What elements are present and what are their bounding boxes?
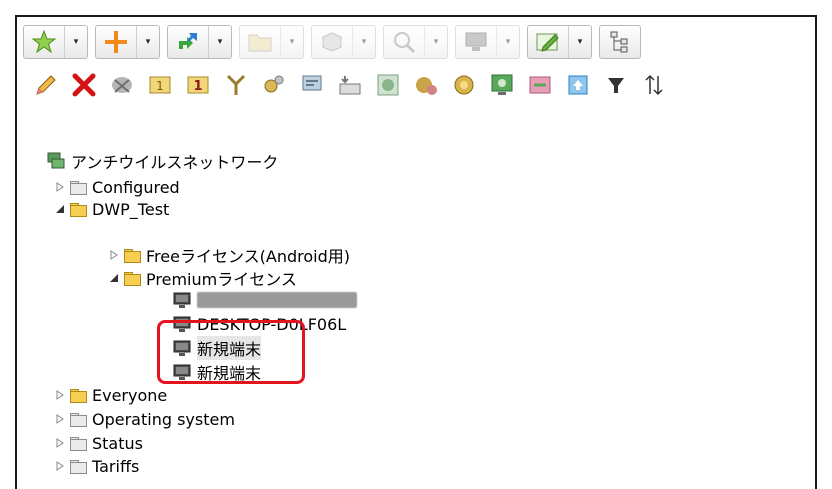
tree-node-label: Status <box>92 433 143 453</box>
transfer-icon[interactable] <box>521 68 559 102</box>
folder-icon <box>70 459 87 474</box>
tree-node-label: Premiumライセンス <box>146 270 297 289</box>
tree-node-label: Everyone <box>92 385 168 405</box>
collapse-arrow-icon[interactable] <box>108 272 120 284</box>
folder-icon <box>124 248 141 263</box>
edit-icon[interactable] <box>528 26 569 58</box>
move-arrows-icon[interactable] <box>168 26 209 58</box>
up-arrow-icon[interactable] <box>559 68 597 102</box>
delete-icon[interactable] <box>65 68 103 102</box>
chevron-down-icon[interactable]: ▾ <box>65 26 87 58</box>
action-toolbar: 1 1 <box>27 66 673 104</box>
tree-node-label: Configured <box>92 177 180 197</box>
tree-node-dwp-test[interactable]: DWP_Test <box>54 198 169 220</box>
expand-arrow-icon[interactable] <box>54 389 66 401</box>
chevron-down-icon: ▾ <box>433 37 439 47</box>
monitor-search-icon[interactable] <box>483 68 521 102</box>
toolbar-group-search: ▾ <box>383 25 448 59</box>
tree-root[interactable]: アンチウイルスネットワーク <box>47 150 278 172</box>
tree-node-premium-license[interactable]: Premiumライセンス <box>108 267 297 289</box>
tree-station-redacted[interactable] <box>173 289 357 311</box>
toolbar-group-plus[interactable]: ▾ <box>95 25 160 59</box>
tree-node-tariffs[interactable]: Tariffs <box>54 455 139 477</box>
svg-text:1: 1 <box>193 79 202 94</box>
virus-settings-icon[interactable] <box>407 68 445 102</box>
settings-gear-icon[interactable] <box>255 68 293 102</box>
expand-arrow-icon[interactable] <box>54 460 66 472</box>
chevron-down-icon[interactable]: ▾ <box>209 26 231 58</box>
folder-icon <box>70 388 87 403</box>
keyboard-icon[interactable] <box>331 68 369 102</box>
sort-icon[interactable] <box>635 68 673 102</box>
tree-node-label: Operating system <box>92 409 235 429</box>
scan-icon[interactable] <box>369 68 407 102</box>
top-toolbar: ▾ ▾ ▾ ▾ ▾ ▾ ▾ ▾ <box>23 23 641 61</box>
message-icon[interactable] <box>293 68 331 102</box>
folder-icon <box>240 26 281 58</box>
chevron-down-icon: ▾ <box>289 37 295 47</box>
shield-icon[interactable] <box>445 68 483 102</box>
monitor-icon <box>456 26 497 58</box>
tree-node-operating-system[interactable]: Operating system <box>54 408 235 430</box>
toolbar-group-edit[interactable]: ▾ <box>527 25 592 59</box>
search-icon <box>384 26 425 58</box>
open-folder-icon <box>124 271 141 286</box>
expand-arrow-icon[interactable] <box>54 413 66 425</box>
star-icon[interactable] <box>24 26 65 58</box>
computer-icon <box>173 291 191 309</box>
folder-icon <box>70 180 87 195</box>
tree-node-label: DWP_Test <box>92 199 170 219</box>
toolbar-group-move[interactable]: ▾ <box>167 25 232 59</box>
one-bold-icon[interactable]: 1 <box>179 68 217 102</box>
chevron-down-icon[interactable]: ▾ <box>569 26 591 58</box>
expand-arrow-icon[interactable] <box>54 437 66 449</box>
toolbar-group-tree[interactable] <box>599 25 641 59</box>
plus-icon[interactable] <box>96 26 137 58</box>
folder-icon <box>70 436 87 451</box>
toolbar-group-star[interactable]: ▾ <box>23 25 88 59</box>
collapse-arrow-icon[interactable] <box>54 203 66 215</box>
chevron-down-icon: ▾ <box>505 37 511 47</box>
tree-node-status[interactable]: Status <box>54 432 143 454</box>
tree-node-free-license[interactable]: Freeライセンス(Android用) <box>108 244 350 266</box>
expand-arrow-icon[interactable] <box>108 249 120 261</box>
toolbar-group-monitor: ▾ <box>455 25 520 59</box>
tree-root-label: アンチウイルスネットワーク <box>71 153 279 172</box>
window-frame: ▾ ▾ ▾ ▾ ▾ ▾ ▾ ▾ 1 1 アンチウイルスネットワーク Config… <box>15 15 817 489</box>
network-root-icon <box>47 152 65 170</box>
chevron-down-icon[interactable]: ▾ <box>137 26 159 58</box>
tree-node-everyone[interactable]: Everyone <box>54 384 167 406</box>
remove-policy-icon[interactable] <box>103 68 141 102</box>
pencil-icon[interactable] <box>27 68 65 102</box>
tree-layout-icon[interactable] <box>600 26 640 58</box>
toolbar-group-box: ▾ <box>311 25 376 59</box>
merge-icon[interactable] <box>217 68 255 102</box>
svg-text:1: 1 <box>156 79 164 93</box>
redacted-name <box>197 292 357 308</box>
red-highlight-box <box>157 320 305 384</box>
folder-icon <box>70 412 87 427</box>
open-folder-icon <box>70 202 87 217</box>
tree-node-label: Tariffs <box>92 456 140 476</box>
one-icon[interactable]: 1 <box>141 68 179 102</box>
expand-arrow-icon[interactable] <box>54 181 66 193</box>
tree-node-configured[interactable]: Configured <box>54 176 180 198</box>
toolbar-group-folder: ▾ <box>239 25 304 59</box>
chevron-down-icon: ▾ <box>361 37 367 47</box>
box-icon <box>312 26 353 58</box>
filter-icon[interactable] <box>597 68 635 102</box>
tree-node-label: Freeライセンス(Android用) <box>146 247 350 266</box>
